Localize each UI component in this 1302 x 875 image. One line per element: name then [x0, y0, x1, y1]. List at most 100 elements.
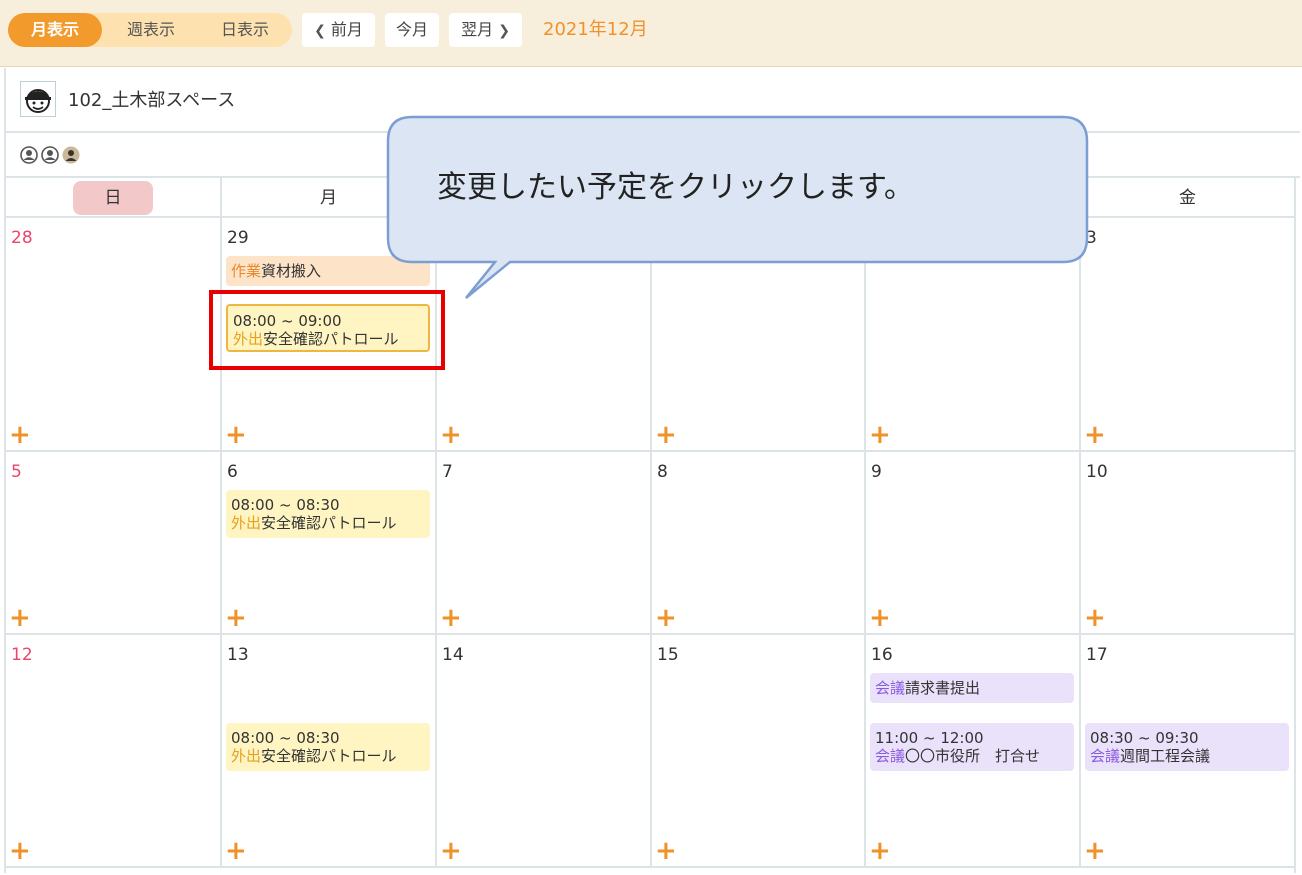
day-cell[interactable]: 10 +	[1081, 452, 1296, 635]
event-sagyo[interactable]: 作業資材搬入	[226, 256, 430, 286]
hardhat-face-icon	[20, 81, 56, 117]
add-event-button[interactable]: +	[225, 422, 247, 448]
event-title-line: 外出安全確認パトロール	[231, 514, 425, 532]
event-title-line: 外出安全確認パトロール	[233, 330, 423, 348]
add-event-button[interactable]: +	[440, 422, 462, 448]
weekday-label: 日	[73, 181, 153, 215]
user-icon[interactable]	[41, 146, 59, 164]
add-event-button[interactable]: +	[225, 605, 247, 631]
day-cell[interactable]: 28 +	[6, 218, 222, 452]
day-number: 8	[657, 462, 668, 482]
add-event-button[interactable]: +	[655, 605, 677, 631]
day-number: 10	[1086, 462, 1108, 482]
event-title: 安全確認パトロール	[263, 330, 399, 348]
user-icon[interactable]	[20, 146, 38, 164]
add-event-button[interactable]: +	[869, 605, 891, 631]
day-number: 13	[227, 645, 249, 665]
event-tag: 作業	[231, 262, 262, 280]
add-event-button[interactable]: +	[655, 838, 677, 864]
day-cell[interactable]: 17 08:30 ~ 09:30 会議週間工程会議 +	[1081, 635, 1296, 868]
add-event-button[interactable]: +	[440, 605, 462, 631]
day-number: 9	[871, 462, 882, 482]
add-event-button[interactable]: +	[869, 422, 891, 448]
day-cell[interactable]: 6 08:00 ~ 08:30 外出安全確認パトロール +	[222, 452, 437, 635]
day-number: 7	[442, 462, 453, 482]
event-title: 請求書提出	[905, 679, 981, 697]
month-title: 2021年12月	[543, 19, 648, 40]
event-title-line: 作業資材搬入	[231, 262, 425, 280]
day-cell[interactable]: 3 +	[1081, 218, 1296, 452]
event-time: 11:00 ~ 12:00	[875, 729, 984, 747]
weekday-header: 日	[6, 178, 222, 218]
event-title: 安全確認パトロール	[261, 514, 397, 532]
add-event-button[interactable]: +	[9, 422, 31, 448]
this-month-button[interactable]: 今月	[385, 13, 439, 47]
event-kaigi[interactable]: 会議請求書提出	[870, 673, 1074, 703]
event-title: 週間工程会議	[1120, 747, 1211, 765]
month-view-button[interactable]: 月表示	[8, 13, 102, 47]
next-month-button[interactable]: 翌月 ❯	[449, 13, 522, 47]
day-number: 6	[227, 462, 238, 482]
event-time: 08:00 ~ 09:00	[233, 312, 342, 330]
day-number: 28	[11, 228, 33, 248]
event-gaishutsu[interactable]: 08:00 ~ 08:30 外出安全確認パトロール	[226, 490, 430, 538]
day-cell[interactable]: 14 +	[437, 635, 652, 868]
next-column-edge	[1294, 218, 1302, 873]
event-title: 〇〇市役所 打合せ	[905, 747, 1041, 765]
day-cell[interactable]: 9 +	[866, 452, 1081, 635]
add-event-button[interactable]: +	[9, 838, 31, 864]
event-gaishutsu[interactable]: 08:00 ~ 09:00 外出安全確認パトロール	[226, 304, 430, 352]
event-kaigi[interactable]: 08:30 ~ 09:30 会議週間工程会議	[1085, 723, 1289, 771]
day-number: 12	[11, 645, 33, 665]
day-cell[interactable]: 15 +	[652, 635, 866, 868]
day-cell[interactable]: 29 作業資材搬入 08:00 ~ 09:00 外出安全確認パトロール +	[222, 218, 437, 452]
day-view-button[interactable]: 日表示	[198, 13, 292, 47]
user-photo-icon[interactable]	[62, 146, 80, 164]
event-title-line: 外出安全確認パトロール	[231, 747, 425, 765]
day-number: 29	[227, 228, 249, 248]
space-header: 102_土木部スペース	[6, 68, 1300, 133]
event-tag: 会議	[1090, 747, 1121, 765]
next-month-label: 翌月	[461, 20, 494, 39]
add-event-button[interactable]: +	[225, 838, 247, 864]
day-cell[interactable]: 2 +	[866, 218, 1081, 452]
event-time: 08:00 ~ 08:30	[231, 496, 340, 514]
event-title: 安全確認パトロール	[261, 747, 397, 765]
day-cell[interactable]: 13 08:00 ~ 08:30 外出安全確認パトロール +	[222, 635, 437, 868]
add-event-button[interactable]: +	[1084, 422, 1106, 448]
day-number: 30	[442, 228, 464, 248]
weekday-header: 金	[1081, 178, 1296, 218]
event-gaishutsu[interactable]: 08:00 ~ 08:30 外出安全確認パトロール	[226, 723, 430, 771]
add-event-button[interactable]: +	[1084, 838, 1106, 864]
week-view-button[interactable]: 週表示	[104, 13, 198, 47]
view-switcher: 月表示 週表示 日表示	[8, 13, 292, 47]
event-kaigi[interactable]: 11:00 ~ 12:00 会議〇〇市役所 打合せ	[870, 723, 1074, 771]
add-event-button[interactable]: +	[440, 838, 462, 864]
day-cell[interactable]: 12 +	[6, 635, 222, 868]
day-cell[interactable]: 5 +	[6, 452, 222, 635]
day-number: 3	[1086, 228, 1097, 248]
day-cell[interactable]: 8 +	[652, 452, 866, 635]
add-event-button[interactable]: +	[1084, 605, 1106, 631]
weekday-label: 金	[1179, 188, 1196, 208]
space-name: 102_土木部スペース	[68, 90, 236, 111]
day-number: 1	[657, 228, 668, 248]
event-time: 08:30 ~ 09:30	[1090, 729, 1199, 747]
add-event-button[interactable]: +	[655, 422, 677, 448]
weekday-label: 木	[964, 188, 981, 208]
callout-text: 変更したい予定をクリックします。	[437, 170, 914, 205]
day-cell[interactable]: 1 +	[652, 218, 866, 452]
day-number: 17	[1086, 645, 1108, 665]
prev-month-button[interactable]: ❮ 前月	[302, 13, 375, 47]
day-number: 2	[871, 228, 882, 248]
day-number: 14	[442, 645, 464, 665]
event-title-line: 会議週間工程会議	[1090, 747, 1284, 765]
day-cell[interactable]: 7 +	[437, 452, 652, 635]
add-event-button[interactable]: +	[869, 838, 891, 864]
add-event-button[interactable]: +	[9, 605, 31, 631]
event-title-line: 会議〇〇市役所 打合せ	[875, 747, 1069, 765]
day-cell[interactable]: 30 +	[437, 218, 652, 452]
day-number: 5	[11, 462, 22, 482]
day-cell[interactable]: 16 会議請求書提出 11:00 ~ 12:00 会議〇〇市役所 打合せ +	[866, 635, 1081, 868]
weekday-label: 月	[320, 188, 337, 208]
